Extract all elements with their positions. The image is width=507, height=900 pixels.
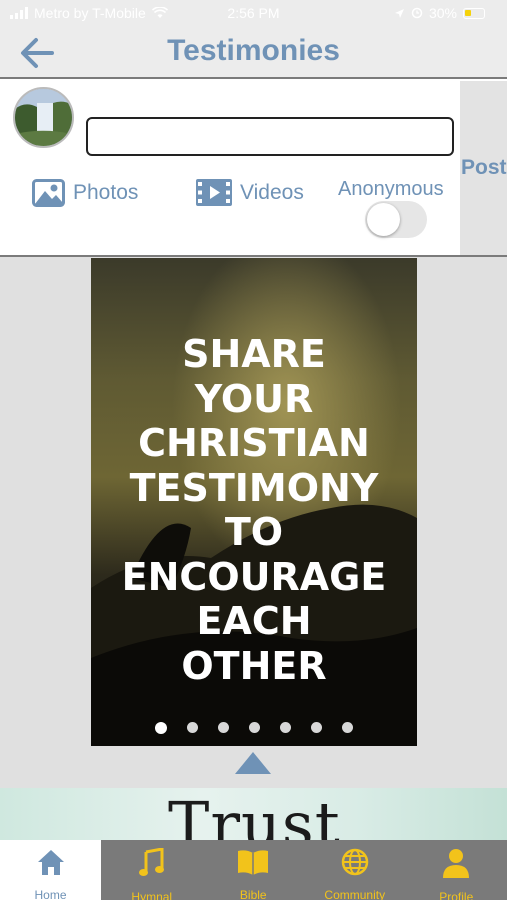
status-indicators: 30% (394, 5, 485, 21)
tab-community[interactable]: Community (304, 840, 406, 900)
slide-line: EACH (196, 599, 312, 643)
slide-line: TO (224, 510, 284, 554)
photos-label: Photos (73, 181, 139, 204)
carousel-dot[interactable] (311, 722, 322, 733)
tab-bible[interactable]: Bible (203, 840, 305, 900)
image-icon (32, 179, 65, 207)
carousel-dot[interactable] (280, 722, 291, 733)
trust-banner[interactable]: Trust (0, 788, 507, 840)
carousel-dot[interactable] (218, 722, 229, 733)
page-title: Testimonies (167, 34, 340, 67)
avatar[interactable] (13, 87, 74, 148)
expand-up-button[interactable] (235, 752, 271, 774)
slide-line: YOUR (194, 376, 314, 421)
home-icon (37, 850, 64, 875)
nav-bar: Testimonies (0, 28, 507, 79)
status-bar: Metro by T-Mobile 2:56 PM 30% (0, 0, 507, 28)
tab-profile-label: Profile (439, 890, 474, 900)
tab-bible-label: Bible (239, 888, 267, 900)
user-icon (443, 849, 470, 878)
carousel-dot[interactable] (155, 722, 167, 734)
tab-home-label: Home (34, 888, 67, 900)
triangle-up-icon (235, 752, 271, 774)
slide-line: SHARE (182, 332, 326, 376)
slide-line: ENCOURAGE (121, 554, 387, 599)
slide-line: OTHER (181, 643, 327, 688)
toggle-knob (367, 203, 400, 236)
globe-icon (341, 848, 368, 876)
battery-percent: 30% (428, 5, 457, 21)
film-icon (196, 179, 232, 206)
tab-profile[interactable]: Profile (406, 840, 507, 900)
videos-button[interactable]: Videos (196, 179, 304, 206)
post-button[interactable]: Post (460, 81, 507, 255)
book-icon (238, 850, 269, 875)
carousel-pagination (91, 722, 417, 734)
music-note-icon (138, 848, 164, 876)
avatar-waterfall-image (15, 89, 72, 146)
carousel-dot[interactable] (249, 722, 260, 733)
photos-button[interactable]: Photos (32, 179, 138, 207)
slide-line: CHRISTIAN (138, 421, 370, 465)
testimony-composer: Photos Videos Anonymous Post (0, 79, 507, 257)
anonymous-toggle[interactable] (365, 201, 427, 238)
tab-hymnal-label: Hymnal (131, 890, 173, 900)
tab-home[interactable]: Home (0, 840, 101, 900)
carousel-dot[interactable] (342, 722, 353, 733)
testimony-input[interactable] (86, 117, 454, 156)
carousel-slide-text: SHARE YOUR CHRISTIAN TESTIMONY TO ENCOUR… (91, 332, 417, 688)
battery-icon (463, 7, 485, 19)
location-icon (394, 8, 404, 18)
tab-community-label: Community (324, 888, 386, 900)
tab-hymnal[interactable]: Hymnal (101, 840, 203, 900)
videos-label: Videos (240, 180, 304, 204)
testimony-carousel[interactable]: SHARE YOUR CHRISTIAN TESTIMONY TO ENCOUR… (91, 258, 417, 746)
bottom-tab-bar: Home Hymnal Bible Community Profile (0, 840, 507, 900)
banner-text: Trust (168, 788, 341, 840)
carousel-dot[interactable] (187, 722, 198, 733)
anonymous-label: Anonymous (338, 178, 444, 200)
slide-line: TESTIMONY (129, 465, 379, 510)
alarm-icon (411, 7, 423, 19)
